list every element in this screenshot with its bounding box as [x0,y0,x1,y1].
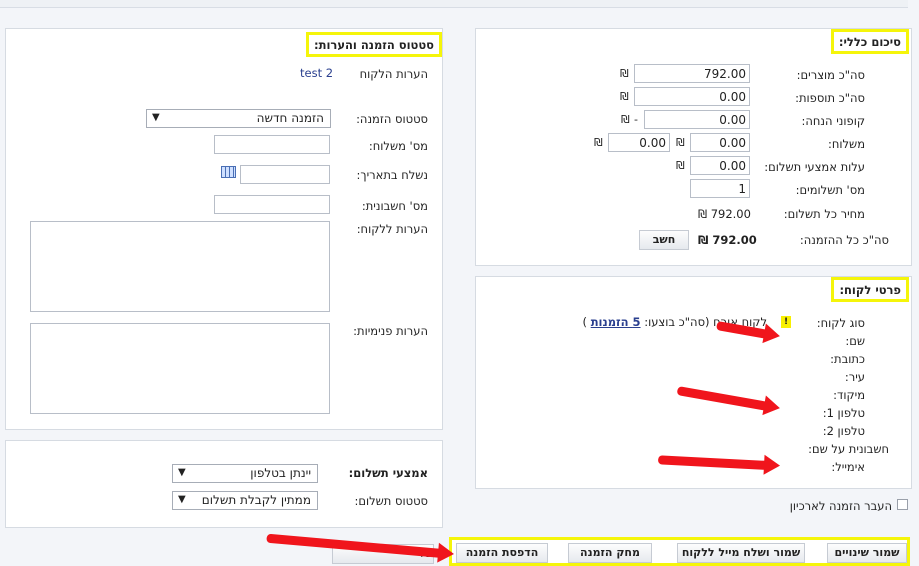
installments-label: מס' תשלומים: [795,183,865,197]
name-label: שם: [845,334,865,348]
internal-notes-label: הערות פנימיות: [353,324,428,338]
top-bar [0,0,908,8]
order-status-select[interactable]: הזמנה חדשה ▼ [146,109,331,128]
phone2-label: טלפון 2: [822,424,865,438]
print-order-button[interactable]: הדפסת הזמנה [456,543,548,563]
invoice-no-label: מס' חשבונית: [361,199,428,213]
email-label: אימייל: [831,460,865,474]
save-changes-button[interactable]: שמור שינויים [827,543,907,563]
archive-label: העבר הזמנה לארכיון [789,499,892,513]
payment-status-select[interactable]: ממתין לקבלת תשלום ▼ [172,491,318,510]
extras-label: סה"כ תוספות: [795,91,865,105]
customer-notes-value: test 2 [300,66,334,80]
shipping-input-2[interactable] [608,133,670,152]
extras-input[interactable] [634,87,750,106]
calendar-icon[interactable] [221,166,236,178]
payment-cost-label: עלות אמצעי תשלום: [764,160,865,174]
shipped-date-input[interactable] [240,165,330,184]
shipment-no-label: מס' משלוח: [368,139,428,153]
shipping-label: משלוח: [827,137,865,151]
chevron-down-icon: ▼ [178,467,186,478]
products-label: סה"כ מוצרים: [796,68,865,82]
shipping-currency-1: ₪ [676,136,685,149]
summary-panel: סיכום כללי: סה"כ מוצרים: ₪ סה"כ תוספות: … [475,28,912,266]
status-title: סטטוס הזמנה והערות: [306,32,442,57]
payment-panel: אמצעי תשלום: יינתן בטלפון ▼ סטטוס תשלום:… [5,440,443,528]
shipped-date-label: נשלח בתאריך: [356,168,428,182]
installments-input[interactable] [690,179,750,198]
warning-icon: ! [781,316,791,328]
chevron-down-icon: ▼ [178,494,186,505]
each-payment-label: מחיר כל תשלום: [783,207,865,221]
total-value: 792.00 ₪ [698,233,757,247]
zip-label: מיקוד: [833,388,865,402]
summary-title: סיכום כללי: [830,29,909,54]
coupons-sign: - [634,113,638,126]
extras-currency: ₪ [620,90,629,103]
order-status-label: סטטוס הזמנה: [356,112,428,126]
chevron-down-icon: ▼ [152,112,160,123]
each-payment-value: 792.00 ₪ [698,207,751,221]
notes-to-customer-textarea[interactable] [30,221,330,312]
calculate-button[interactable]: חשב [639,230,689,250]
shipment-no-input[interactable] [214,135,330,154]
coupons-currency: ₪ [621,113,630,126]
customer-type-label: סוג לקוח: [816,316,865,330]
delete-order-button[interactable]: מחק הזמנה [568,543,652,563]
coupons-input[interactable] [644,110,750,129]
products-input[interactable] [634,64,750,83]
payment-method-select[interactable]: יינתן בטלפון ▼ [172,464,318,483]
notes-to-customer-label: הערות ללקוח: [356,222,428,236]
order-status-value: הזמנה חדשה [256,111,324,125]
customer-notes-label: הערות הלקוח [359,67,428,81]
payment-status-label: סטטוס תשלום: [354,494,428,508]
internal-notes-textarea[interactable] [30,323,330,414]
archive-checkbox[interactable] [897,499,908,510]
orders-link[interactable]: 5 הזמנות [591,315,641,329]
payment-method-value: יינתן בטלפון [250,466,311,480]
payment-cost-input[interactable] [690,156,750,175]
payment-cost-currency: ₪ [676,159,685,172]
shipping-currency-2: ₪ [594,136,603,149]
customer-type-close: ) [582,315,588,329]
save-and-email-button[interactable]: שמור ושלח מייל ללקוח [677,543,805,563]
shipping-input-1[interactable] [690,133,750,152]
invoice-no-input[interactable] [214,195,330,214]
payment-method-label: אמצעי תשלום: [348,466,428,480]
payment-status-value: ממתין לקבלת תשלום [201,493,311,507]
actions-bar: שמור שינויים שמור ושלח מייל ללקוח מחק הז… [449,537,910,566]
total-label: סה"כ כל ההזמנה: [799,233,889,247]
products-currency: ₪ [620,67,629,80]
invoice-name-label: חשבונית על שם: [808,442,889,456]
city-label: עיר: [844,370,865,384]
phone1-label: טלפון 1: [822,406,865,420]
status-panel: סטטוס הזמנה והערות: הערות הלקוח test 2 ס… [5,28,443,430]
coupons-label: קופוני הנחה: [801,114,865,128]
customer-title: פרטי לקוח: [831,277,909,302]
address-label: כתובת: [830,352,865,366]
